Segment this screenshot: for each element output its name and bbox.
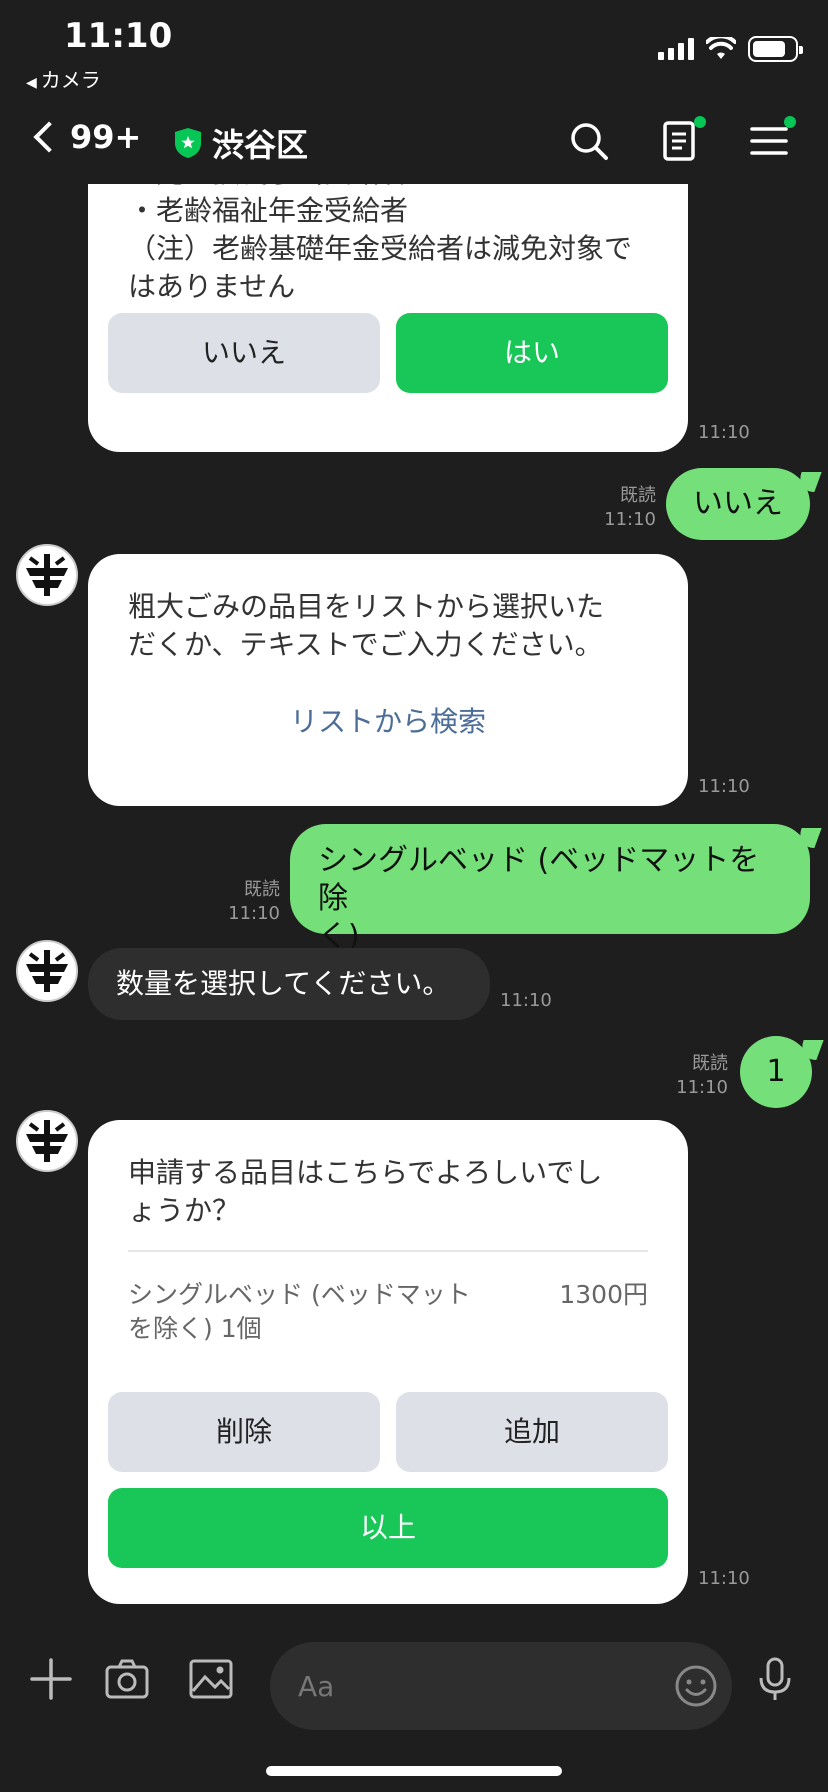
eligibility-card: ・児童扶養手当受給者 ・老齢福祉年金受給者 （注）老齢基礎年金受給者は減免対象で…: [88, 184, 688, 452]
card-text-line: 粗大ごみの品目をリストから選択いた: [128, 590, 605, 623]
back-triangle-icon: ◀: [26, 75, 37, 91]
card-text-line: だくか、テキストでご入力ください。: [128, 628, 603, 661]
card-text-line: 申請する品目はこちらでよろしいでし: [128, 1156, 603, 1189]
message-time: 11:10: [604, 509, 656, 530]
item-price: 1300円: [559, 1280, 648, 1309]
shibuya-emblem-icon: [19, 547, 75, 603]
add-button[interactable]: 追加: [396, 1392, 668, 1472]
read-label: 既読: [620, 485, 656, 506]
back-app-label: カメラ: [40, 68, 101, 92]
user-message-bubble[interactable]: いいえ: [666, 468, 810, 540]
notification-dot: [784, 116, 796, 128]
message-field[interactable]: [270, 1642, 732, 1730]
bot-avatar[interactable]: [16, 940, 78, 1002]
home-indicator[interactable]: [266, 1766, 562, 1776]
user-message-bubble[interactable]: 1: [740, 1036, 812, 1108]
user-message-text: 1: [766, 1054, 786, 1089]
back-button[interactable]: 99+: [30, 118, 141, 156]
bot-avatar[interactable]: [16, 1110, 78, 1172]
done-button[interactable]: 以上: [108, 1488, 668, 1568]
chat-name: 渋谷区: [212, 126, 309, 164]
menu-button[interactable]: [746, 116, 796, 164]
official-account-shield-icon: [175, 128, 201, 158]
status-icons: [658, 36, 803, 62]
plus-icon[interactable]: [28, 1656, 74, 1702]
card-divider: [128, 1250, 648, 1252]
camera-icon[interactable]: [104, 1656, 150, 1702]
battery-icon: [748, 36, 803, 62]
cellular-signal-icon: [658, 38, 694, 60]
card-text-line: ・老齢福祉年金受給者: [128, 194, 409, 227]
back-to-app[interactable]: ◀ カメラ: [26, 64, 101, 93]
item-selection-card: 粗大ごみの品目をリストから選択いた だくか、テキストでご入力ください。 リストか…: [88, 554, 688, 806]
message-time: 11:10: [228, 903, 280, 924]
card-text-line: ・児童扶養手当受給者: [128, 184, 668, 192]
read-label: 既読: [692, 1053, 728, 1074]
shibuya-emblem-icon: [19, 943, 75, 999]
user-message-bubble[interactable]: シングルベッド (ベッドマットを除 く): [290, 824, 810, 954]
search-icon[interactable]: [566, 118, 612, 164]
user-message-text: いいえ: [693, 486, 783, 521]
message-time: 11:10: [500, 990, 552, 1011]
microphone-icon[interactable]: [752, 1656, 798, 1702]
card-text-line: はありません: [128, 270, 296, 303]
message-time: 11:10: [698, 776, 750, 797]
unread-count: 99+: [70, 118, 142, 156]
message-time: 11:10: [698, 1568, 750, 1589]
chat-title[interactable]: 渋谷区: [174, 120, 308, 166]
chevron-left-icon: [33, 121, 65, 153]
chat-messages[interactable]: ・児童扶養手当受給者 ・老齢福祉年金受給者 （注）老齢基礎年金受給者は減免対象で…: [0, 184, 828, 1622]
shibuya-emblem-icon: [19, 1113, 75, 1169]
read-label: 既読: [244, 879, 280, 900]
emoji-icon[interactable]: [674, 1664, 718, 1708]
confirm-item-card: 申請する品目はこちらでよろしいでし ょうか？ シングルベッド (ベッドマット を…: [88, 1120, 688, 1604]
user-message-text: シングルベッド (ベッドマットを除: [318, 843, 760, 916]
search-from-list-link[interactable]: リストから検索: [88, 700, 688, 740]
image-icon[interactable]: [188, 1656, 234, 1702]
delete-button[interactable]: 削除: [108, 1392, 380, 1472]
read-receipt: 既読 11:10: [668, 1052, 728, 1100]
bot-avatar[interactable]: [16, 544, 78, 606]
selected-item: シングルベッド (ベッドマット を除く) 1個: [128, 1278, 488, 1346]
message-time: 11:10: [698, 422, 750, 443]
chat-header: 99+ 渋谷区: [0, 100, 828, 184]
card-text-line: （注）老齢基礎年金受給者は減免対象で: [128, 232, 633, 265]
notes-button[interactable]: [656, 116, 706, 164]
status-time: 11:10: [64, 16, 173, 56]
no-button[interactable]: いいえ: [108, 313, 380, 393]
card-text-line: ょうか？: [128, 1194, 241, 1227]
item-name-line: を除く) 1個: [128, 1314, 262, 1343]
wifi-icon: [706, 37, 736, 59]
line-chat-screen: 11:10 ◀ カメラ 99+ 渋谷区 ・老齢福祉年金受給者 （注）老齢基礎年金…: [0, 0, 828, 1792]
notification-dot: [694, 116, 706, 128]
message-input[interactable]: [298, 1664, 658, 1708]
message-time: 11:10: [676, 1077, 728, 1098]
bot-message-bubble[interactable]: 数量を選択してください。: [88, 948, 490, 1020]
read-receipt: 既読 11:10: [596, 484, 656, 532]
read-receipt: 既読 11:10: [220, 878, 280, 926]
item-name-line: シングルベッド (ベッドマット: [128, 1280, 471, 1309]
yes-button[interactable]: はい: [396, 313, 668, 393]
bot-message-text: 数量を選択してください。: [116, 967, 451, 1000]
